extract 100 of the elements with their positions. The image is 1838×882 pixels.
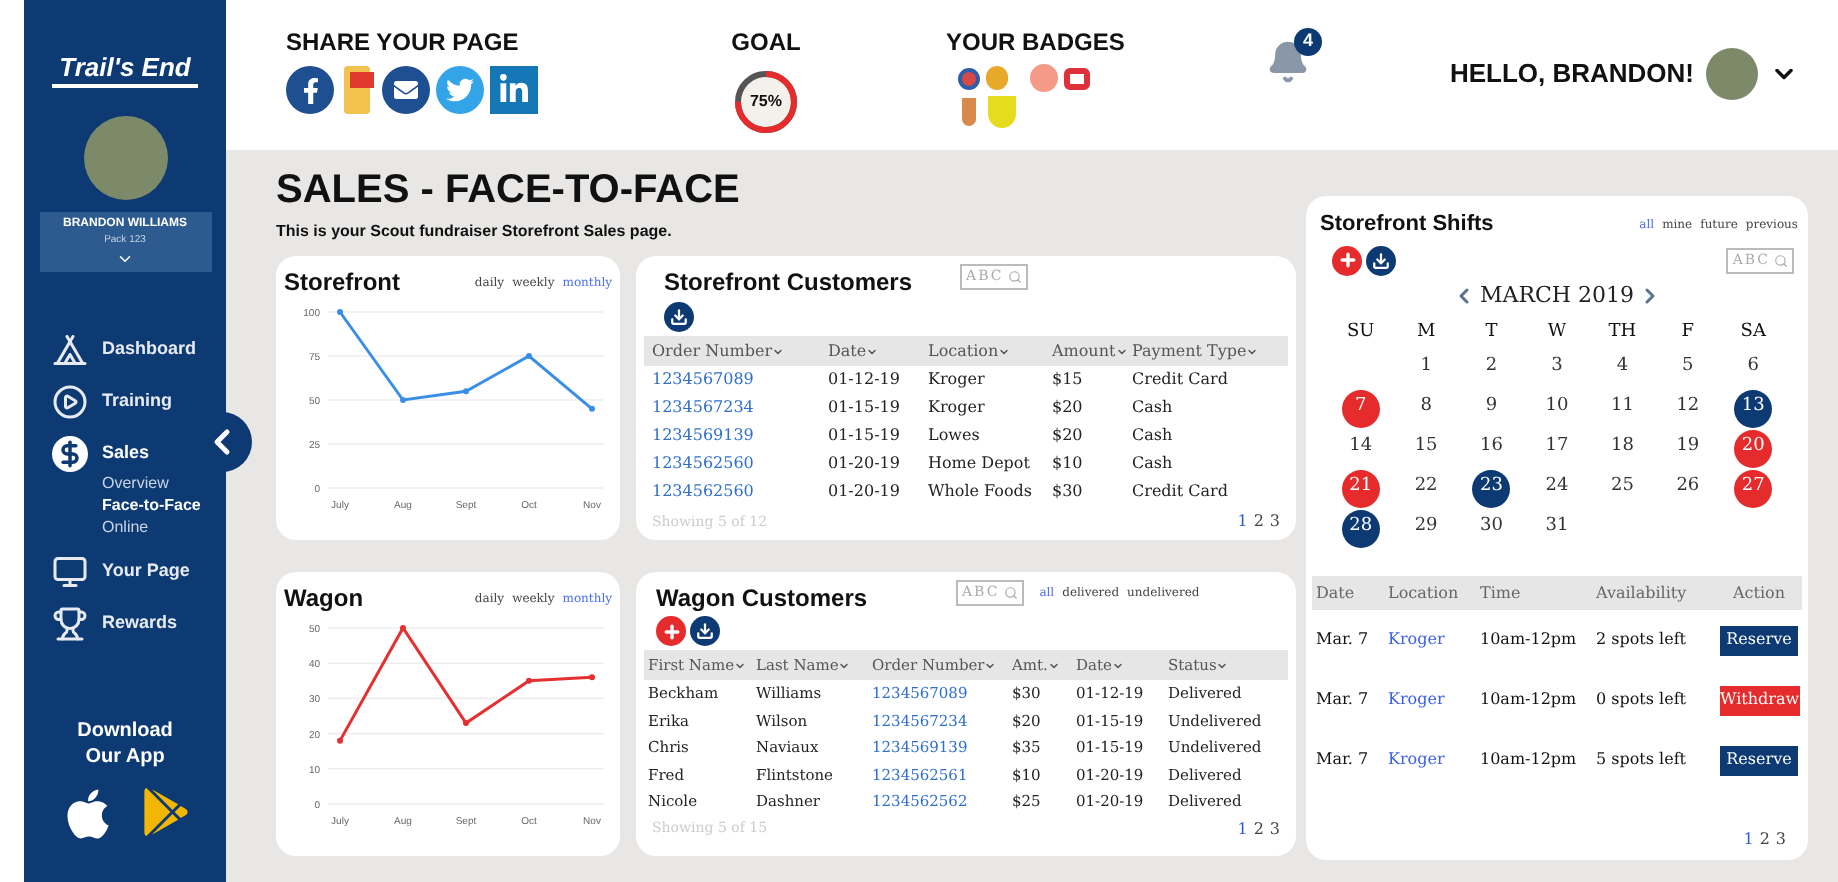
table-cell-text: $30 [1052,480,1085,504]
logo: Trail's End [51,52,199,89]
download-button[interactable] [1366,245,1396,275]
page-link[interactable]: 2 [1253,510,1264,534]
calendar-day[interactable]: 20 [1734,429,1773,467]
calendar-day[interactable]: 26 [1676,474,1700,502]
page-link[interactable]: 2 [1253,817,1264,841]
plus-icon [661,621,681,641]
location-link[interactable]: Kroger [1388,748,1480,772]
badge-icon [1064,67,1090,89]
calendar-day[interactable]: 12 [1676,394,1700,422]
calendar-day[interactable]: 30 [1480,514,1503,542]
reserve-button[interactable]: Reserve [1720,625,1798,655]
sort-icon [1111,659,1124,671]
calendar-day[interactable]: 28 [1341,509,1380,547]
calendar-day[interactable]: 18 [1610,434,1634,462]
calendar-day[interactable]: 14 [1349,434,1373,462]
table-cell-text: $20 [1052,424,1085,448]
data-point [337,309,343,315]
order-link[interactable]: 1234567234 [652,396,828,420]
calendar-day[interactable]: 19 [1676,434,1700,462]
column-header[interactable]: Amount [1052,339,1132,363]
download-button[interactable] [690,616,720,646]
calendar-day[interactable]: 6 [1747,354,1759,382]
trophy-icon [52,605,88,642]
order-link[interactable]: 1234569139 [652,424,828,448]
order-link[interactable]: 1234562560 [652,480,828,504]
table-cell-text: $20 [1052,396,1085,420]
mail-icon[interactable] [382,66,430,114]
calendar-day[interactable]: 5 [1682,354,1694,382]
download-button[interactable] [664,302,694,332]
nav-subitem[interactable]: Face-to-Face [102,493,226,516]
calendar-day[interactable]: 29 [1414,514,1438,542]
calendar-day[interactable]: 15 [1414,434,1438,462]
column-header: Date [1316,581,1357,605]
calendar-day[interactable]: 4 [1616,354,1629,382]
weekday-label: F [1679,320,1697,346]
nav-subitem[interactable]: Overview [102,471,226,494]
table-cell-text: 0 spots left [1596,688,1689,712]
location-link[interactable]: Kroger [1388,628,1480,652]
avatar[interactable] [1706,48,1758,100]
sms-phone-icon[interactable] [340,64,376,116]
table-cell-text: $15 [1052,368,1085,392]
page-link[interactable]: 2 [1759,828,1770,852]
page-link[interactable]: 3 [1775,828,1786,852]
calendar-day[interactable]: 21 [1341,469,1380,507]
column-header[interactable]: Order Number [652,339,828,363]
calendar-day[interactable]: 31 [1545,514,1569,542]
nav-subitem[interactable]: Online [102,515,226,538]
calendar-day[interactable]: 1 [1420,354,1432,382]
calendar-day[interactable]: 3 [1551,354,1563,382]
play-store-icon[interactable] [141,786,189,838]
calendar-day[interactable]: 9 [1485,394,1498,422]
nav-item[interactable]: Training [52,383,173,420]
order-link[interactable]: 1234567089 [652,368,828,392]
nav-item[interactable]: Sales [52,435,150,472]
table-cell-text: Kroger [928,396,987,420]
goal-reading: 75% [748,92,784,112]
order-link[interactable]: 1234562560 [652,452,828,476]
page-link[interactable]: 1 [1237,817,1248,841]
calendar-day[interactable]: 16 [1480,434,1503,462]
table-cell-text: Cash [1132,452,1175,476]
facebook-icon[interactable] [286,66,334,114]
column-header[interactable]: Location [928,339,1052,363]
reserve-button[interactable]: Reserve [1720,745,1798,775]
page-link[interactable]: 3 [1269,817,1280,841]
calendar-day[interactable]: 23 [1472,469,1511,507]
table-cell-text: 10am-12pm [1480,748,1579,772]
calendar-day[interactable]: 17 [1545,434,1569,462]
calendar-day[interactable]: 25 [1610,474,1634,502]
location-link[interactable]: Kroger [1388,688,1480,712]
add-button[interactable] [1332,245,1362,275]
section-title: SHARE YOUR PAGE [286,26,521,60]
calendar-day[interactable]: 13 [1734,389,1773,427]
calendar-day[interactable]: 11 [1610,394,1634,422]
table-cell-text: Mar. 7 [1316,628,1371,652]
apple-icon[interactable] [61,786,113,842]
page-link[interactable]: 1 [1237,510,1248,534]
table-cell-text: 01-20-19 [828,452,902,476]
column-header[interactable]: Payment Type [1132,339,1280,363]
calendar-day[interactable]: 7 [1341,389,1380,427]
sort-icon [866,345,879,357]
column-header[interactable]: Date [828,339,928,363]
calendar-day[interactable]: 24 [1545,474,1569,502]
calendar-day[interactable]: 8 [1420,394,1432,422]
calendar-day[interactable]: 22 [1414,474,1438,502]
calendar-day[interactable]: 27 [1734,469,1773,507]
data-point [463,388,469,395]
page-link[interactable]: 3 [1269,510,1280,534]
withdraw-button[interactable]: Withdraw [1720,685,1800,715]
search-icon [1007,270,1022,284]
nav-item[interactable]: Rewards [52,605,178,642]
linkedin-icon[interactable] [490,66,538,114]
sort-icon [734,659,747,671]
add-button[interactable] [656,616,686,646]
calendar-day[interactable]: 2 [1485,354,1498,382]
calendar-day[interactable]: 10 [1545,394,1569,422]
page-link[interactable]: 1 [1743,828,1754,852]
nav-item[interactable]: Your Page [52,553,190,590]
nav-item[interactable]: Dashboard [52,331,197,368]
